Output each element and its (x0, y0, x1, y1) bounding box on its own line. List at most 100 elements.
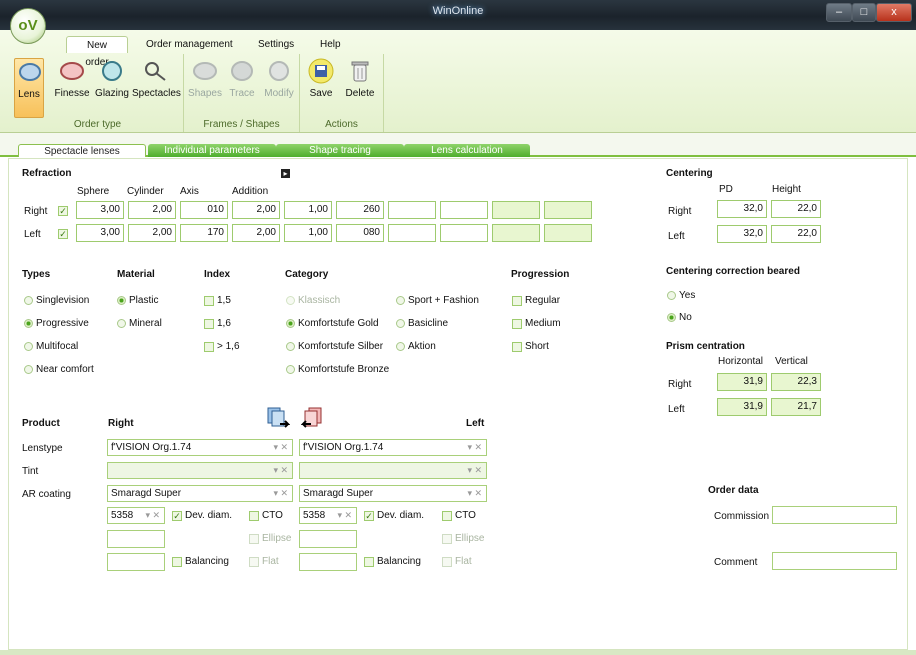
left-axis[interactable]: 170 (180, 224, 228, 242)
ellipse-right-checkbox[interactable] (249, 534, 259, 544)
minimize-button[interactable]: – (826, 3, 852, 22)
left-cylinder[interactable]: 2,00 (128, 224, 176, 242)
cat-aktion-radio[interactable] (396, 342, 405, 351)
cat-bronze-radio[interactable] (286, 365, 295, 374)
lenstype-right-select[interactable]: f'VISION Org.1.74 ▾ ✕ (107, 439, 293, 456)
right-extra-3[interactable] (492, 201, 540, 219)
index-16-checkbox[interactable] (204, 319, 214, 329)
left-prism[interactable]: 1,00 (284, 224, 332, 242)
close-button[interactable]: x (876, 3, 912, 22)
cat-sport-radio[interactable] (396, 296, 405, 305)
cat-gold-radio[interactable] (286, 319, 295, 328)
right-checkbox[interactable]: ✓ (58, 206, 68, 216)
balancing-left-checkbox[interactable] (364, 557, 374, 567)
flat-right-checkbox[interactable] (249, 557, 259, 567)
comment-input[interactable] (772, 552, 897, 570)
spectacles-button[interactable]: Spectacles (132, 58, 181, 99)
ccb-yes-radio[interactable] (667, 291, 676, 300)
right-cylinder[interactable]: 2,00 (128, 201, 176, 219)
right-axis[interactable]: 010 (180, 201, 228, 219)
tint-left-select[interactable]: ▾ ✕ (299, 462, 487, 479)
prog-medium-checkbox[interactable] (512, 319, 522, 329)
left-sphere[interactable]: 3,00 (76, 224, 124, 242)
centering-left-height[interactable]: 22,0 (771, 225, 821, 243)
left-checkbox[interactable]: ✓ (58, 229, 68, 239)
type-multifocal-radio[interactable] (24, 342, 33, 351)
tab-individual-parameters[interactable]: Individual parameters (148, 144, 276, 157)
dropdown-clear-icon[interactable]: ▾ ✕ (273, 463, 288, 478)
right-sphere[interactable]: 3,00 (76, 201, 124, 219)
tab-lens-calculation[interactable]: Lens calculation (404, 144, 530, 157)
left-extra-3[interactable] (492, 224, 540, 242)
finesse-button[interactable]: Finesse (52, 58, 92, 99)
maximize-button[interactable]: □ (852, 3, 876, 22)
dropdown-clear-icon[interactable]: ▾ ✕ (467, 486, 482, 501)
glazing-button[interactable]: Glazing (94, 58, 130, 99)
app-logo[interactable]: oV (10, 8, 46, 44)
diameter-right-select[interactable]: 5358 ▾ ✕ (107, 507, 165, 524)
centering-left-pd[interactable]: 32,0 (717, 225, 767, 243)
cto-right-checkbox[interactable] (249, 511, 259, 521)
tab-spectacle-lenses[interactable]: Spectacle lenses (18, 144, 146, 157)
delete-button[interactable]: Delete (344, 58, 376, 99)
right-addition[interactable]: 2,00 (232, 201, 280, 219)
right-prism[interactable]: 1,00 (284, 201, 332, 219)
copy-right-to-left-icon[interactable] (266, 406, 291, 430)
menu-new-order[interactable]: New order (66, 36, 128, 68)
trace-button[interactable]: Trace (226, 58, 258, 99)
menu-order-management[interactable]: Order management (138, 36, 241, 53)
left-base[interactable]: 080 (336, 224, 384, 242)
right-base[interactable]: 260 (336, 201, 384, 219)
left-extra-2[interactable] (440, 224, 488, 242)
ellipse-left-checkbox[interactable] (442, 534, 452, 544)
centering-right-height[interactable]: 22,0 (771, 200, 821, 218)
copy-left-to-right-icon[interactable] (300, 406, 325, 430)
dropdown-clear-icon[interactable]: ▾ ✕ (273, 486, 288, 501)
dev-diam-right-checkbox[interactable]: ✓ (172, 511, 182, 521)
material-mineral-radio[interactable] (117, 319, 126, 328)
left-extra-1[interactable] (388, 224, 436, 242)
left-extra-field-1[interactable] (299, 530, 357, 548)
cat-silber-radio[interactable] (286, 342, 295, 351)
left-extra-4[interactable] (544, 224, 592, 242)
prism-right-v[interactable]: 22,3 (771, 373, 821, 391)
right-extra-2[interactable] (440, 201, 488, 219)
dev-diam-left-checkbox[interactable]: ✓ (364, 511, 374, 521)
lens-button[interactable]: Lens (14, 58, 44, 118)
prism-left-h[interactable]: 31,9 (717, 398, 767, 416)
right-extra-4[interactable] (544, 201, 592, 219)
diameter-left-select[interactable]: 5358 ▾ ✕ (299, 507, 357, 524)
right-extra-1[interactable] (388, 201, 436, 219)
ccb-no-radio[interactable] (667, 313, 676, 322)
dropdown-clear-icon[interactable]: ▾ ✕ (467, 463, 482, 478)
tab-shape-tracing[interactable]: Shape tracing (276, 144, 404, 157)
ar-right-select[interactable]: Smaragd Super ▾ ✕ (107, 485, 293, 502)
type-nearcomfort-radio[interactable] (24, 365, 33, 374)
dropdown-clear-icon[interactable]: ▾ ✕ (145, 508, 160, 523)
dropdown-clear-icon[interactable]: ▾ ✕ (337, 508, 352, 523)
cat-klassisch-radio[interactable] (286, 296, 295, 305)
balancing-right-checkbox[interactable] (172, 557, 182, 567)
save-button[interactable]: Save (306, 58, 336, 99)
modify-button[interactable]: Modify (262, 58, 296, 99)
dropdown-clear-icon[interactable]: ▾ ✕ (273, 440, 288, 455)
menu-help[interactable]: Help (312, 36, 349, 53)
menu-settings[interactable]: Settings (250, 36, 302, 53)
prism-left-v[interactable]: 21,7 (771, 398, 821, 416)
prog-short-checkbox[interactable] (512, 342, 522, 352)
dropdown-clear-icon[interactable]: ▾ ✕ (467, 440, 482, 455)
right-extra-field-1[interactable] (107, 530, 165, 548)
type-progressive-radio[interactable] (24, 319, 33, 328)
lenstype-left-select[interactable]: f'VISION Org.1.74 ▾ ✕ (299, 439, 487, 456)
tint-right-select[interactable]: ▾ ✕ (107, 462, 293, 479)
ar-left-select[interactable]: Smaragd Super ▾ ✕ (299, 485, 487, 502)
left-extra-field-2[interactable] (299, 553, 357, 571)
commission-input[interactable] (772, 506, 897, 524)
index-15-checkbox[interactable] (204, 296, 214, 306)
expand-icon[interactable]: ▸ (281, 169, 290, 178)
prism-right-h[interactable]: 31,9 (717, 373, 767, 391)
right-extra-field-2[interactable] (107, 553, 165, 571)
cto-left-checkbox[interactable] (442, 511, 452, 521)
index-over16-checkbox[interactable] (204, 342, 214, 352)
type-singlevision-radio[interactable] (24, 296, 33, 305)
